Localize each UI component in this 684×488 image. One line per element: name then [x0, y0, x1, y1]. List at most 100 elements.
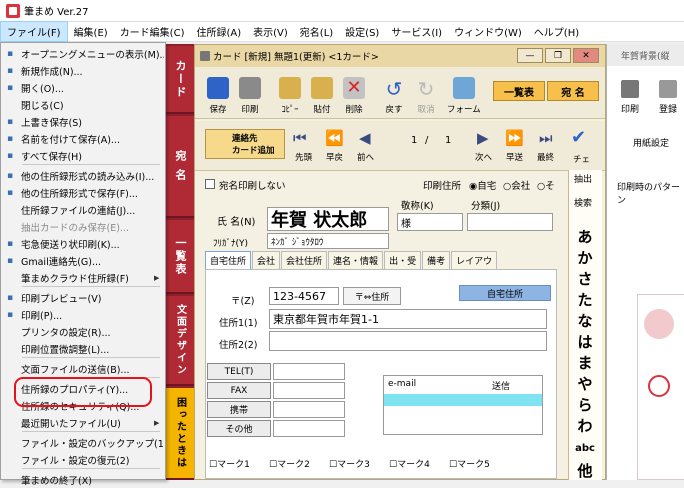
next-icon[interactable]: ▶: [477, 129, 489, 147]
cancel-button[interactable]: ↻ 取消: [415, 71, 437, 115]
kana-ya[interactable]: や: [570, 373, 600, 394]
mark5-checkbox[interactable]: ☐マーク5: [449, 457, 490, 470]
kana-other[interactable]: 他: [570, 460, 600, 481]
side-tab-help[interactable]: 困ったときは: [166, 388, 194, 480]
prev-icon[interactable]: ◀: [359, 129, 371, 147]
file-menu-item-3[interactable]: 閉じる(C): [0, 96, 164, 113]
print-button[interactable]: 印刷: [239, 71, 261, 115]
email-row[interactable]: [384, 394, 542, 406]
file-menu-item-1[interactable]: ▪ 新規作成(N)...: [0, 62, 164, 79]
side-tab-address[interactable]: 宛 名: [166, 116, 194, 218]
kana-abc[interactable]: abc: [570, 443, 600, 454]
file-menu-item-0[interactable]: ▪ オープニングメニューの表示(M)...: [0, 45, 164, 62]
file-menu-item-12[interactable]: ▪ Gmail連絡先(G)...: [0, 252, 164, 269]
menu-address-book[interactable]: 住所録(A): [190, 22, 247, 41]
kana-a[interactable]: あ: [570, 226, 600, 247]
fax-input[interactable]: [273, 382, 345, 399]
name-input[interactable]: 年賀 状太郎: [267, 207, 389, 231]
mark2-checkbox[interactable]: ☐マーク2: [269, 457, 310, 470]
menu-window[interactable]: ウィンドウ(W): [448, 22, 528, 41]
category-select[interactable]: [467, 213, 553, 231]
paste-button[interactable]: 貼付: [311, 71, 333, 115]
menu-edit[interactable]: 編集(E): [68, 22, 114, 41]
title-select[interactable]: 様: [397, 213, 463, 231]
file-menu-item-8[interactable]: ▪ 他の住所録形式で保存(F)...: [0, 184, 164, 201]
print-name-checkbox[interactable]: [205, 179, 215, 189]
add-contact-button[interactable]: 連絡先 カード追加: [205, 129, 285, 159]
next-fast-icon[interactable]: ⏩: [505, 129, 524, 147]
file-menu-item-7[interactable]: ▪ 他の住所録形式の読み込み(I)...: [0, 167, 164, 184]
kana-ra[interactable]: ら: [570, 394, 600, 415]
kana-na[interactable]: な: [570, 310, 600, 331]
menu-card-edit[interactable]: カード編集(C): [114, 22, 191, 41]
paper-setting-button[interactable]: 用紙設定: [633, 136, 669, 149]
postal-address-button[interactable]: 〒⇔住所: [343, 287, 401, 305]
side-tab-card[interactable]: カード: [166, 46, 194, 114]
mark4-checkbox[interactable]: ☐マーク4: [389, 457, 430, 470]
furigana-input[interactable]: ﾈﾝｶﾞ ｼﾞｮｳﾀﾛｳ: [267, 233, 389, 249]
file-menu-item-13[interactable]: 筆まめクラウド住所録(F) ▶: [0, 269, 164, 286]
search-label[interactable]: 検索: [574, 196, 592, 209]
kana-ka[interactable]: か: [570, 247, 600, 268]
file-menu-item-11[interactable]: ▪ 宅急便送り状印刷(K)...: [0, 235, 164, 252]
bg-print-button[interactable]: 印刷: [621, 102, 639, 115]
first-icon[interactable]: ⏮: [293, 129, 307, 147]
delete-button[interactable]: ✕ 削除: [343, 71, 365, 115]
file-menu-item-15[interactable]: ▪ 印刷(P)...: [0, 306, 164, 323]
form-button[interactable]: フォーム: [447, 71, 481, 115]
tab-layout[interactable]: レイアウ: [451, 251, 498, 269]
file-menu-item-16[interactable]: プリンタの設定(R)...: [0, 323, 164, 340]
check-icon[interactable]: ✔: [571, 127, 586, 148]
file-menu-item-23[interactable]: ファイル・設定の復元(2): [0, 451, 164, 468]
side-tab-design[interactable]: 文面デザイン: [166, 296, 194, 386]
file-menu-item-10[interactable]: 抽出カードのみ保存(E)...: [0, 218, 164, 235]
file-menu-item-5[interactable]: ▪ 名前を付けて保存(A)...: [0, 130, 164, 147]
tab-company-address[interactable]: 会社住所: [281, 251, 328, 269]
minimize-button[interactable]: —: [517, 48, 543, 63]
menu-address[interactable]: 宛名(L): [294, 22, 339, 41]
copy-button[interactable]: ｺﾋﾟｰ: [279, 71, 301, 115]
list-view-button[interactable]: 一覧表: [493, 81, 545, 101]
file-menu-item-6[interactable]: ▪ すべて保存(H): [0, 147, 164, 164]
address1-input[interactable]: 東京都年賀市年賀1-1: [269, 309, 547, 329]
close-button[interactable]: ✕: [573, 48, 599, 63]
file-menu-item-18[interactable]: 文面ファイルの送信(B)...: [0, 360, 164, 377]
undo-button[interactable]: ↺ 戻す: [383, 71, 405, 115]
print-address-home-radio[interactable]: ◉自宅: [469, 178, 496, 192]
mark1-checkbox[interactable]: ☐マーク1: [209, 457, 250, 470]
menu-service[interactable]: サービス(I): [385, 22, 448, 41]
bg-register-button[interactable]: 登録: [659, 102, 677, 115]
kana-ma[interactable]: ま: [570, 352, 600, 373]
file-menu-item-2[interactable]: ▪ 開く(O)...: [0, 79, 164, 96]
address2-input[interactable]: [269, 331, 547, 351]
menu-help[interactable]: ヘルプ(H): [528, 22, 585, 41]
file-menu-item-4[interactable]: ▪ 上書き保存(S): [0, 113, 164, 130]
file-menu-item-14[interactable]: ▪ 印刷プレビュー(V): [0, 289, 164, 306]
menu-settings[interactable]: 設定(S): [339, 22, 385, 41]
menu-file[interactable]: ファイル(F): [0, 21, 68, 42]
file-menu-item-17[interactable]: 印刷位置微調整(L)...: [0, 340, 164, 357]
mark3-checkbox[interactable]: ☐マーク3: [329, 457, 370, 470]
prev-fast-icon[interactable]: ⏪: [325, 129, 344, 147]
restore-button[interactable]: ❐: [545, 48, 571, 63]
mobile-input[interactable]: [273, 401, 345, 418]
menu-view[interactable]: 表示(V): [247, 22, 294, 41]
other-input[interactable]: [273, 420, 345, 437]
kana-sa[interactable]: さ: [570, 268, 600, 289]
kana-ta[interactable]: た: [570, 289, 600, 310]
tab-company[interactable]: 会社: [252, 251, 281, 269]
save-button[interactable]: 保存: [207, 71, 229, 115]
print-address-company-radio[interactable]: ○会社: [503, 178, 530, 192]
file-menu-item-22[interactable]: ファイル・設定のバックアップ(1): [0, 434, 164, 451]
kana-wa[interactable]: わ: [570, 415, 600, 436]
tab-joint-names[interactable]: 連名・情報: [328, 251, 384, 269]
tel-input[interactable]: [273, 363, 345, 380]
print-address-other-radio[interactable]: ○そ: [537, 178, 555, 192]
kana-ha[interactable]: は: [570, 331, 600, 352]
file-menu-item-21[interactable]: 最近開いたファイル(U) ▶: [0, 414, 164, 431]
extract-label[interactable]: 抽出: [574, 172, 592, 185]
address-view-button[interactable]: 宛 名: [547, 81, 599, 101]
last-icon[interactable]: ⏭: [539, 129, 553, 147]
side-tab-list[interactable]: 一覧表: [166, 220, 194, 294]
tab-notes[interactable]: 備考: [422, 251, 451, 269]
